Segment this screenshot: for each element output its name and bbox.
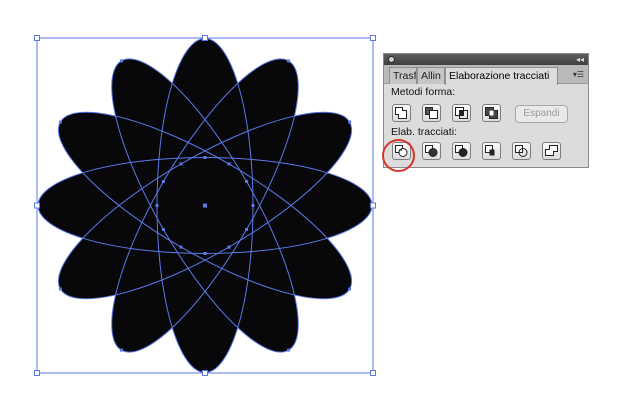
crop-button[interactable]: [482, 142, 501, 160]
anchor-point-inner[interactable]: [179, 245, 183, 249]
bbox-handle-top-right[interactable]: [370, 35, 376, 41]
bbox-handle-top[interactable]: [202, 35, 208, 41]
minus-back-button[interactable]: [542, 142, 561, 160]
bbox-handle-right[interactable]: [370, 202, 376, 209]
intersect-button[interactable]: [452, 104, 471, 122]
anchor-point-outer[interactable]: [287, 348, 290, 352]
bbox-handle-bottom-left[interactable]: [34, 370, 40, 376]
tab-pathfinder[interactable]: Elaborazione tracciati: [445, 67, 558, 85]
pathfinder-panel: ◂◂ Trasf Allin Elaborazione tracciati ▾☰…: [383, 53, 589, 168]
anchor-point-inner[interactable]: [203, 252, 207, 255]
anchor-point-outer[interactable]: [58, 120, 62, 124]
unite-button[interactable]: [392, 104, 411, 122]
anchor-point-inner[interactable]: [245, 228, 249, 231]
divide-button[interactable]: [392, 142, 411, 160]
anchor-point-inner[interactable]: [179, 162, 183, 166]
anchor-point-inner[interactable]: [161, 180, 165, 183]
exclude-button[interactable]: [482, 104, 501, 122]
panel-titlebar[interactable]: ◂◂: [384, 54, 588, 65]
bbox-handle-left[interactable]: [34, 202, 40, 209]
anchor-point-inner[interactable]: [227, 162, 231, 166]
outline-button[interactable]: [512, 142, 531, 160]
anchor-point-outer[interactable]: [58, 287, 62, 291]
tab-transform[interactable]: Trasf: [389, 67, 417, 84]
panel-tabbar: Trasf Allin Elaborazione tracciati ▾☰: [384, 65, 588, 85]
anchor-point-inner[interactable]: [161, 228, 165, 231]
anchor-point-outer[interactable]: [120, 348, 123, 352]
anchor-point-inner[interactable]: [203, 156, 207, 159]
close-icon[interactable]: [388, 56, 395, 63]
bbox-handle-bottom-right[interactable]: [370, 370, 376, 376]
anchor-point-outer[interactable]: [287, 59, 290, 63]
anchor-point-outer[interactable]: [120, 59, 123, 63]
anchor-point-outer[interactable]: [348, 120, 352, 124]
tab-align[interactable]: Allin: [417, 67, 445, 84]
shape-modes-label: Metodi forma:: [391, 86, 456, 98]
merge-button[interactable]: [452, 142, 471, 160]
anchor-point-inner[interactable]: [227, 245, 231, 249]
pathfinders-label: Elab. tracciati:: [391, 126, 457, 138]
center-point: [203, 203, 207, 208]
collapse-icon[interactable]: ◂◂: [576, 54, 584, 65]
bbox-handle-top-left[interactable]: [34, 35, 40, 41]
expand-button[interactable]: Espandi: [515, 105, 568, 123]
panel-menu-icon[interactable]: ▾☰: [573, 70, 584, 79]
anchor-point-outer[interactable]: [348, 287, 352, 291]
bbox-handle-bottom[interactable]: [202, 370, 208, 376]
anchor-point-inner[interactable]: [155, 204, 159, 207]
minus-front-button[interactable]: [422, 104, 441, 122]
trim-button[interactable]: [422, 142, 441, 160]
anchor-point-inner[interactable]: [251, 204, 255, 207]
anchor-point-inner[interactable]: [245, 180, 249, 183]
